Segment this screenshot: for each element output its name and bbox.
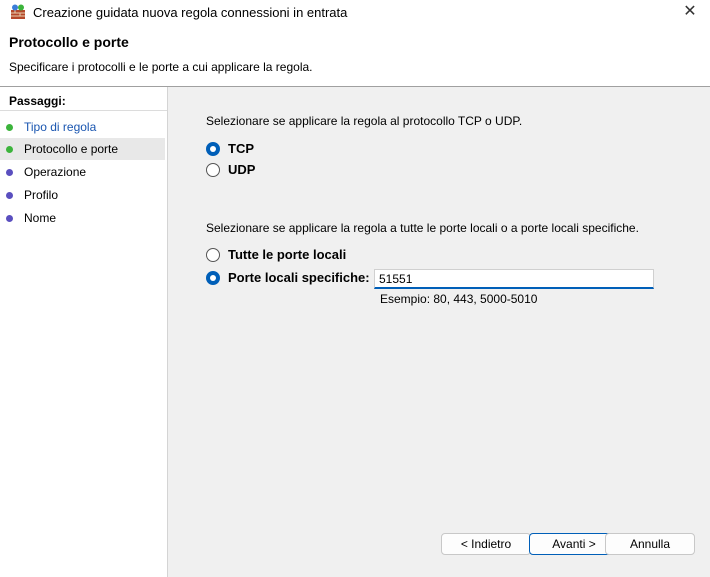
step-profilo[interactable]: Profilo: [0, 184, 165, 206]
cancel-button[interactable]: Annulla: [605, 533, 695, 555]
radio-checked-icon: [206, 271, 220, 285]
radio-all-ports[interactable]: Tutte le porte locali: [206, 245, 346, 265]
step-nome[interactable]: Nome: [0, 207, 165, 229]
step-pending-dot-icon: [6, 215, 13, 222]
back-button[interactable]: < Indietro: [441, 533, 531, 555]
main-content: Selezionare se applicare la regola al pr…: [168, 87, 710, 577]
close-icon: ✕: [683, 3, 697, 20]
firewall-icon: [11, 4, 25, 19]
step-label: Nome: [24, 211, 57, 225]
step-operazione[interactable]: Operazione: [0, 161, 165, 183]
protocol-prompt: Selezionare se applicare la regola al pr…: [206, 114, 523, 128]
step-pending-dot-icon: [6, 169, 13, 176]
ports-example: Esempio: 80, 443, 5000-5010: [380, 292, 538, 306]
radio-checked-icon: [206, 142, 220, 156]
radio-label: UDP: [228, 162, 256, 177]
page-subtitle: Specificare i protocolli e le porte a cu…: [9, 60, 313, 74]
close-button[interactable]: ✕: [670, 0, 710, 24]
step-tipo-di-regola[interactable]: Tipo di regola: [0, 116, 165, 138]
title-bar: Creazione guidata nuova regola connessio…: [0, 0, 710, 26]
specific-ports-input[interactable]: [374, 269, 654, 289]
step-current-dot-icon: [6, 146, 13, 153]
step-pending-dot-icon: [6, 192, 13, 199]
radio-unchecked-icon: [206, 163, 220, 177]
window-title: Creazione guidata nuova regola connessio…: [33, 5, 348, 20]
step-protocollo-e-porte[interactable]: Protocollo e porte: [0, 138, 165, 160]
radio-udp[interactable]: UDP: [206, 160, 255, 180]
radio-label: Porte locali specifiche:: [228, 270, 370, 285]
radio-label: TCP: [228, 141, 254, 156]
radio-specific-ports[interactable]: Porte locali specifiche:: [206, 268, 370, 288]
steps-panel: Passaggi: Tipo di regola Protocollo e po…: [0, 87, 168, 577]
page-title: Protocollo e porte: [9, 34, 129, 50]
step-label: Profilo: [24, 188, 59, 202]
wizard-header: Protocollo e porte Specificare i protoco…: [0, 26, 710, 87]
step-label: Tipo di regola: [24, 120, 97, 134]
step-done-dot-icon: [6, 124, 13, 131]
radio-unchecked-icon: [206, 248, 220, 262]
ports-prompt: Selezionare se applicare la regola a tut…: [206, 221, 639, 235]
steps-title: Passaggi:: [0, 91, 167, 111]
radio-tcp[interactable]: TCP: [206, 139, 254, 159]
step-label: Protocollo e porte: [24, 142, 119, 156]
step-label: Operazione: [24, 165, 87, 179]
radio-label: Tutte le porte locali: [228, 247, 347, 262]
